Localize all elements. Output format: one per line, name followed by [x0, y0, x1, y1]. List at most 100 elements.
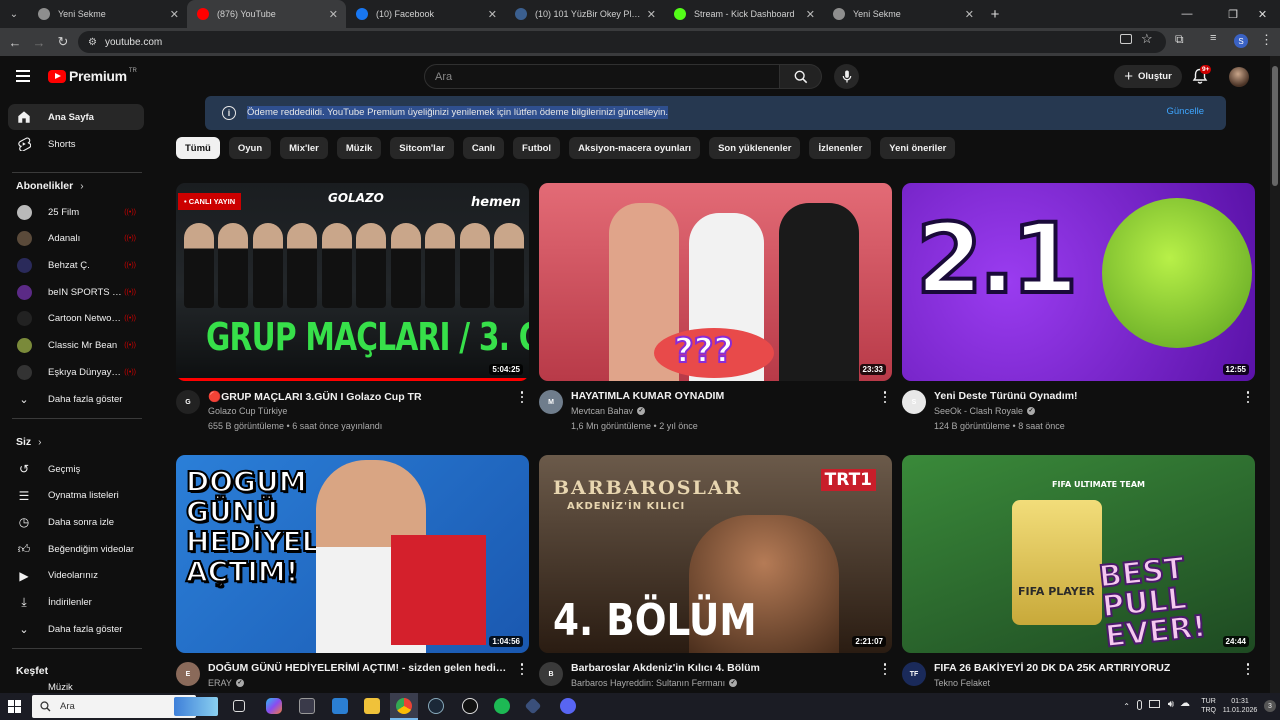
more-actions-icon[interactable] [880, 662, 890, 676]
notification-center-badge[interactable]: 3 [1264, 700, 1276, 712]
taskbar-search[interactable]: Ara [32, 695, 218, 718]
video-thumbnail[interactable]: 2.1 12:55 [902, 183, 1255, 381]
youtube-premium-logo[interactable]: Premium TR [48, 68, 137, 84]
tab-search-button[interactable]: ⌄ [0, 0, 28, 28]
channel-avatar[interactable]: TF [902, 662, 926, 686]
tray-network-icon[interactable] [1149, 700, 1160, 708]
more-actions-icon[interactable] [517, 390, 527, 404]
close-window-button[interactable]: ✕ [1245, 0, 1280, 28]
voice-search-button[interactable] [834, 64, 859, 89]
mail-icon[interactable] [332, 698, 348, 714]
video-card[interactable]: DOGUM GÜNÜ HEDİYELERİMİ AÇTIM! 1:04:56 E DO… [176, 455, 529, 688]
close-tab-icon[interactable]: ✕ [488, 8, 497, 21]
subscriptions-show-more[interactable]: ⌄ Daha fazla göster [8, 386, 144, 412]
video-card[interactable]: • CANLI YAYIN GOLAZO hemen GRUP MAÇLARI / 3… [176, 183, 529, 431]
filter-chip[interactable]: Tümü [176, 137, 220, 159]
sidebar-item-history[interactable]: ↺ Geçmiş [8, 456, 144, 482]
browser-tab[interactable]: (10) 101 YüzBir Okey Plus | Face ✕ [505, 0, 664, 28]
more-actions-icon[interactable] [880, 390, 890, 404]
channel-name[interactable]: ERAY [208, 678, 232, 688]
spotify-icon[interactable] [494, 698, 510, 714]
subscription-item[interactable]: Behzat Ç. ((•)) [8, 252, 144, 278]
filter-chip[interactable]: Mix'ler [280, 137, 328, 159]
app-icon[interactable] [524, 697, 542, 715]
subscription-item[interactable]: Classic Mr Bean ((•)) [8, 333, 144, 359]
subscriptions-heading[interactable]: Abonelikler › [16, 180, 84, 192]
browser-tab[interactable]: Yeni Sekme ✕ [28, 0, 187, 28]
chrome-icon[interactable] [396, 698, 412, 714]
copilot-icon[interactable] [266, 698, 282, 714]
video-title[interactable]: HAYATIMLA KUMAR OYNADIM [571, 390, 871, 402]
volume-icon[interactable]: 🔊︎ [1168, 699, 1174, 710]
page-scrollbar[interactable] [1270, 56, 1280, 693]
update-payment-button[interactable]: Güncelle [1167, 106, 1205, 117]
site-info-icon[interactable]: ⚙ [88, 37, 97, 48]
sidebar-item-clock[interactable]: ◷ Daha sonra izle [8, 509, 144, 535]
channel-avatar[interactable]: G [176, 390, 200, 414]
search-input[interactable] [424, 64, 781, 89]
subscription-item[interactable]: Adanalı ((•)) [8, 226, 144, 252]
sidebar-item-shorts[interactable]: Shorts [8, 131, 144, 157]
sidebar-item-home[interactable]: Ana Sayfa [8, 104, 144, 130]
guide-menu-icon[interactable] [16, 70, 30, 82]
new-tab-button[interactable]: + [982, 6, 1008, 23]
notifications-button[interactable]: 9+ [1192, 65, 1212, 86]
channel-avatar[interactable]: E [176, 662, 200, 686]
channel-name[interactable]: Mevtcan Bahav [571, 406, 633, 416]
close-tab-icon[interactable]: ✕ [647, 8, 656, 21]
video-title[interactable]: DOĞUM GÜNÜ HEDİYELERİMİ AÇTIM! - sizden … [208, 662, 508, 674]
video-thumbnail[interactable]: ??? 23:33 [539, 183, 892, 381]
tray-overflow-icon[interactable]: ⌃ [1123, 702, 1130, 711]
extensions-icon[interactable]: ⧉ [1175, 32, 1184, 47]
search-button[interactable] [780, 64, 822, 89]
browser-tab[interactable]: (10) Facebook ✕ [346, 0, 505, 28]
you-show-more[interactable]: ⌄ Daha fazla göster [8, 616, 144, 642]
store-icon[interactable] [299, 698, 315, 714]
more-actions-icon[interactable] [517, 662, 527, 676]
create-button[interactable]: + Oluştur [1114, 65, 1182, 88]
filter-chip[interactable]: Yeni öneriler [880, 137, 956, 159]
close-tab-icon[interactable]: ✕ [965, 8, 974, 21]
back-icon[interactable]: ← [3, 30, 27, 54]
sidebar-item-playlist[interactable]: ☰ Oynatma listeleri [8, 483, 144, 509]
filter-chip[interactable]: Aksiyon-macera oyunları [569, 137, 701, 159]
discord-icon[interactable] [560, 698, 576, 714]
obs-icon[interactable] [462, 698, 478, 714]
sidebar-item-download[interactable]: ⤓ İndirilenler [8, 590, 144, 616]
sidebar-item-thumbs-up[interactable]: 👍︎ Beğendiğim videolar [8, 536, 144, 562]
you-heading[interactable]: Siz › [16, 436, 42, 448]
task-view-icon[interactable] [233, 700, 245, 712]
video-card[interactable]: FIFA ULTIMATE TEAM FIFA PLAYER BEST PULL E… [902, 455, 1255, 688]
subscription-item[interactable]: 25 Film ((•)) [8, 199, 144, 225]
taskbar-clock[interactable]: 01:31 11.01.2026 [1220, 697, 1260, 715]
subscription-item[interactable]: Cartoon Network... ((•)) [8, 306, 144, 332]
reload-icon[interactable]: ↻ [51, 30, 75, 54]
filter-chip[interactable]: Oyun [228, 137, 272, 159]
filter-chip[interactable]: Futbol [513, 137, 561, 159]
close-tab-icon[interactable]: ✕ [329, 8, 338, 21]
video-title[interactable]: FIFA 26 BAKİYEYİ 20 DK DA 25K ARTIRIYORU… [934, 662, 1234, 674]
video-title[interactable]: 🔴GRUP MAÇLARI 3.GÜN I Golazo Cup TR [208, 390, 508, 403]
tray-mic-icon[interactable] [1137, 700, 1142, 710]
channel-name[interactable]: Golazo Cup Türkiye [208, 406, 287, 416]
filter-chip[interactable]: Canlı [462, 137, 505, 159]
bookmark-star-icon[interactable]: ☆ [1141, 31, 1153, 47]
account-avatar[interactable] [1229, 67, 1249, 87]
video-card[interactable]: 2.1 12:55 S Yeni Deste Türünü Oynadım! SeeOk… [902, 183, 1255, 431]
cast-icon[interactable] [1120, 34, 1132, 44]
url-text[interactable]: youtube.com [105, 37, 162, 48]
filter-chip[interactable]: İzlenenler [809, 137, 872, 159]
file-explorer-icon[interactable] [364, 698, 380, 714]
tray-onedrive-icon[interactable]: ☁ [1180, 698, 1190, 709]
browser-tab[interactable]: Yeni Sekme ✕ [823, 0, 982, 28]
scrollbar-thumb[interactable] [1272, 66, 1278, 186]
browser-menu-icon[interactable]: ⋮ [1260, 32, 1273, 48]
video-card[interactable]: ??? 23:33 M HAYATIMLA KUMAR OYNADIM Mevtcan … [539, 183, 892, 431]
filter-chip[interactable]: Sitcom'lar [390, 137, 454, 159]
close-tab-icon[interactable]: ✕ [170, 8, 179, 21]
channel-name[interactable]: Tekno Felaket [934, 678, 990, 688]
close-tab-icon[interactable]: ✕ [806, 8, 815, 21]
video-thumbnail[interactable]: DOGUM GÜNÜ HEDİYELERİMİ AÇTIM! 1:04:56 [176, 455, 529, 653]
profile-avatar[interactable]: S [1234, 34, 1248, 48]
video-title[interactable]: Yeni Deste Türünü Oynadım! [934, 390, 1234, 402]
